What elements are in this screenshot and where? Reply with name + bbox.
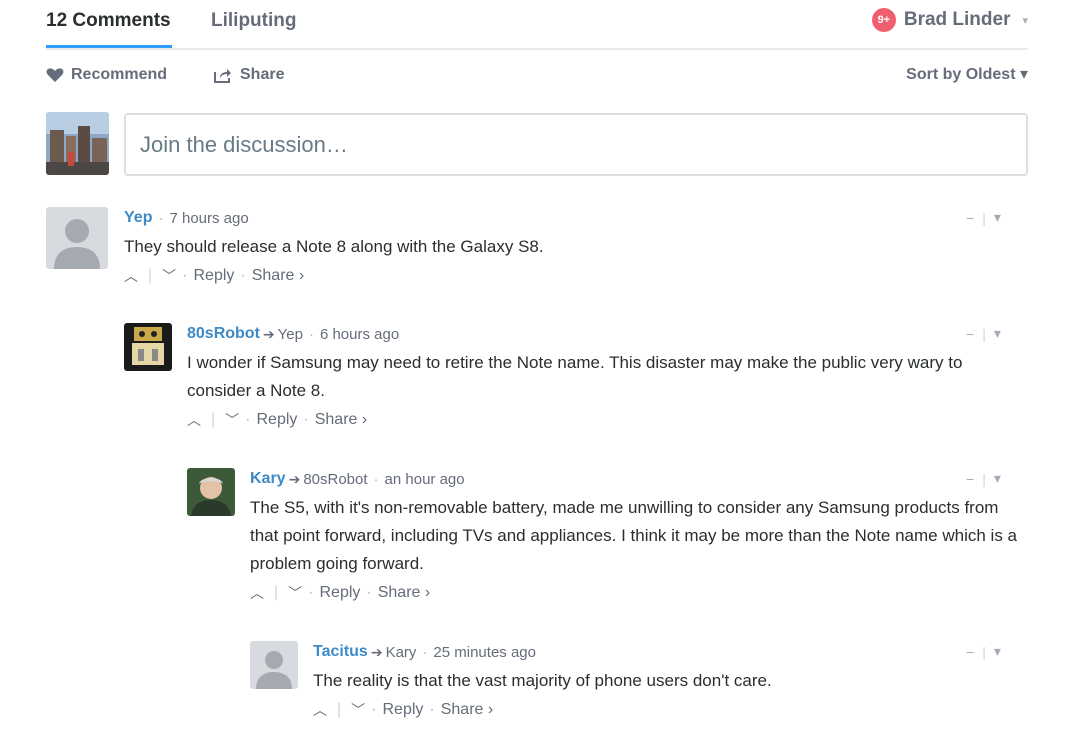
comment-footer: ︿ | ﹀ · Reply · Share ›: [313, 697, 1013, 723]
reply-arrow-icon: ➔: [288, 470, 301, 487]
comment-author[interactable]: Kary: [250, 470, 286, 488]
comment-menu-icon[interactable]: ▾: [994, 209, 1001, 226]
comment-menu-icon[interactable]: ▾: [994, 470, 1001, 487]
collapse-icon[interactable]: −: [966, 471, 974, 487]
downvote-icon[interactable]: ﹀: [351, 700, 365, 720]
collapse-icon[interactable]: −: [966, 210, 974, 226]
meta-separator: ·: [158, 209, 164, 227]
recommend-label: Recommend: [71, 66, 168, 83]
share-button[interactable]: Share: [214, 66, 284, 84]
reply-link[interactable]: Reply: [256, 411, 297, 429]
top-nav: 12 Comments Liliputing 9+ Brad Linder ▾: [46, 0, 1028, 50]
footer-separator: ·: [429, 701, 435, 718]
reply-arrow-icon: ➔: [262, 325, 275, 342]
footer-separator: ·: [182, 267, 188, 284]
reply-to[interactable]: 80sRobot: [303, 471, 367, 488]
control-divider: |: [982, 470, 986, 487]
notification-badge[interactable]: 9+: [871, 8, 896, 32]
control-divider: |: [982, 643, 986, 660]
vote-divider: |: [274, 584, 279, 601]
reply-link[interactable]: Reply: [319, 584, 360, 602]
comment-author[interactable]: Tacitus: [313, 643, 368, 661]
default-avatar-icon[interactable]: [46, 207, 108, 269]
downvote-icon[interactable]: ﹀: [162, 266, 176, 286]
user-caret-icon[interactable]: ▾: [1022, 14, 1028, 27]
vote-divider: |: [148, 267, 153, 284]
comment-footer: ︿ | ﹀ · Reply · Share ›: [187, 407, 1027, 433]
footer-separator: ·: [371, 701, 377, 718]
share-link[interactable]: Share ›: [378, 584, 430, 602]
footer-separator: ·: [240, 267, 246, 284]
comment-time[interactable]: an hour ago: [385, 471, 465, 488]
upvote-icon[interactable]: ︿: [187, 410, 201, 430]
default-avatar-icon[interactable]: [250, 641, 298, 689]
footer-separator: ·: [366, 584, 372, 601]
downvote-icon[interactable]: ﹀: [225, 410, 239, 430]
comment-text: The reality is that the vast majority of…: [313, 671, 772, 690]
collapse-icon[interactable]: −: [966, 326, 974, 342]
composer-avatar: [46, 112, 109, 175]
actions-bar: Recommend Share Sort by Oldest ▾: [46, 62, 1028, 92]
robot-avatar-icon[interactable]: [124, 323, 172, 371]
tab-site[interactable]: Liliputing: [211, 10, 296, 32]
footer-separator: ·: [303, 411, 309, 428]
comment-menu-icon[interactable]: ▾: [994, 643, 1001, 660]
footer-separator: ·: [245, 411, 251, 428]
upvote-icon[interactable]: ︿: [250, 583, 264, 603]
meta-separator: ·: [308, 325, 314, 343]
comment-author[interactable]: 80sRobot: [187, 325, 260, 343]
comment-meta: Kary ➔ 80sRobot · an hour ago: [250, 468, 1025, 490]
comment-author[interactable]: Yep: [124, 209, 152, 227]
reply-arrow-icon: ➔: [370, 643, 383, 660]
reply-to[interactable]: Yep: [278, 326, 303, 343]
recommend-button[interactable]: Recommend: [46, 66, 167, 84]
share-label: Share: [240, 66, 285, 83]
meta-separator: ·: [373, 470, 379, 488]
comment-controls: − | ▾: [966, 325, 1001, 342]
comment-time[interactable]: 6 hours ago: [320, 326, 399, 343]
comment-meta: Tacitus ➔ Kary · 25 minutes ago: [313, 641, 1013, 663]
vote-divider: |: [211, 411, 216, 428]
comment-input[interactable]: Join the discussion…: [124, 113, 1028, 176]
control-divider: |: [982, 209, 986, 226]
meta-separator: ·: [422, 643, 428, 661]
footer-separator: ·: [308, 584, 314, 601]
comment-text: They should release a Note 8 along with …: [124, 237, 544, 256]
tab-comments[interactable]: 12 Comments: [46, 10, 172, 48]
user-name[interactable]: Brad Linder: [904, 9, 1011, 31]
upvote-icon[interactable]: ︿: [124, 266, 138, 286]
comment-controls: − | ▾: [966, 470, 1001, 487]
comment-time[interactable]: 7 hours ago: [169, 210, 248, 227]
collapse-icon[interactable]: −: [966, 644, 974, 660]
reply-link[interactable]: Reply: [193, 267, 234, 285]
user-menu[interactable]: 9+ Brad Linder ▾: [871, 8, 1028, 32]
share-icon: [214, 67, 232, 83]
sort-dropdown[interactable]: Sort by Oldest ▾: [906, 64, 1028, 84]
comment-text: I wonder if Samsung may need to retire t…: [187, 353, 963, 400]
comment-controls: − | ▾: [966, 643, 1001, 660]
comment-time[interactable]: 25 minutes ago: [433, 644, 536, 661]
comment-meta: Yep · 7 hours ago: [124, 207, 994, 229]
control-divider: |: [982, 325, 986, 342]
photo-avatar-icon[interactable]: [187, 468, 235, 516]
comment-text: The S5, with it's non-removable battery,…: [250, 498, 1017, 573]
comment-meta: 80sRobot ➔ Yep · 6 hours ago: [187, 323, 1027, 345]
comment-menu-icon[interactable]: ▾: [994, 325, 1001, 342]
heart-icon: [46, 67, 64, 83]
reply-to[interactable]: Kary: [386, 644, 417, 661]
upvote-icon[interactable]: ︿: [313, 700, 327, 720]
vote-divider: |: [337, 701, 342, 718]
share-link[interactable]: Share ›: [441, 701, 493, 719]
comment-footer: ︿ | ﹀ · Reply · Share ›: [124, 263, 994, 289]
downvote-icon[interactable]: ﹀: [288, 583, 302, 603]
share-link[interactable]: Share ›: [252, 267, 304, 285]
share-link[interactable]: Share ›: [315, 411, 367, 429]
comment-controls: − | ▾: [966, 209, 1001, 226]
reply-link[interactable]: Reply: [382, 701, 423, 719]
comment-footer: ︿ | ﹀ · Reply · Share ›: [250, 580, 1025, 606]
